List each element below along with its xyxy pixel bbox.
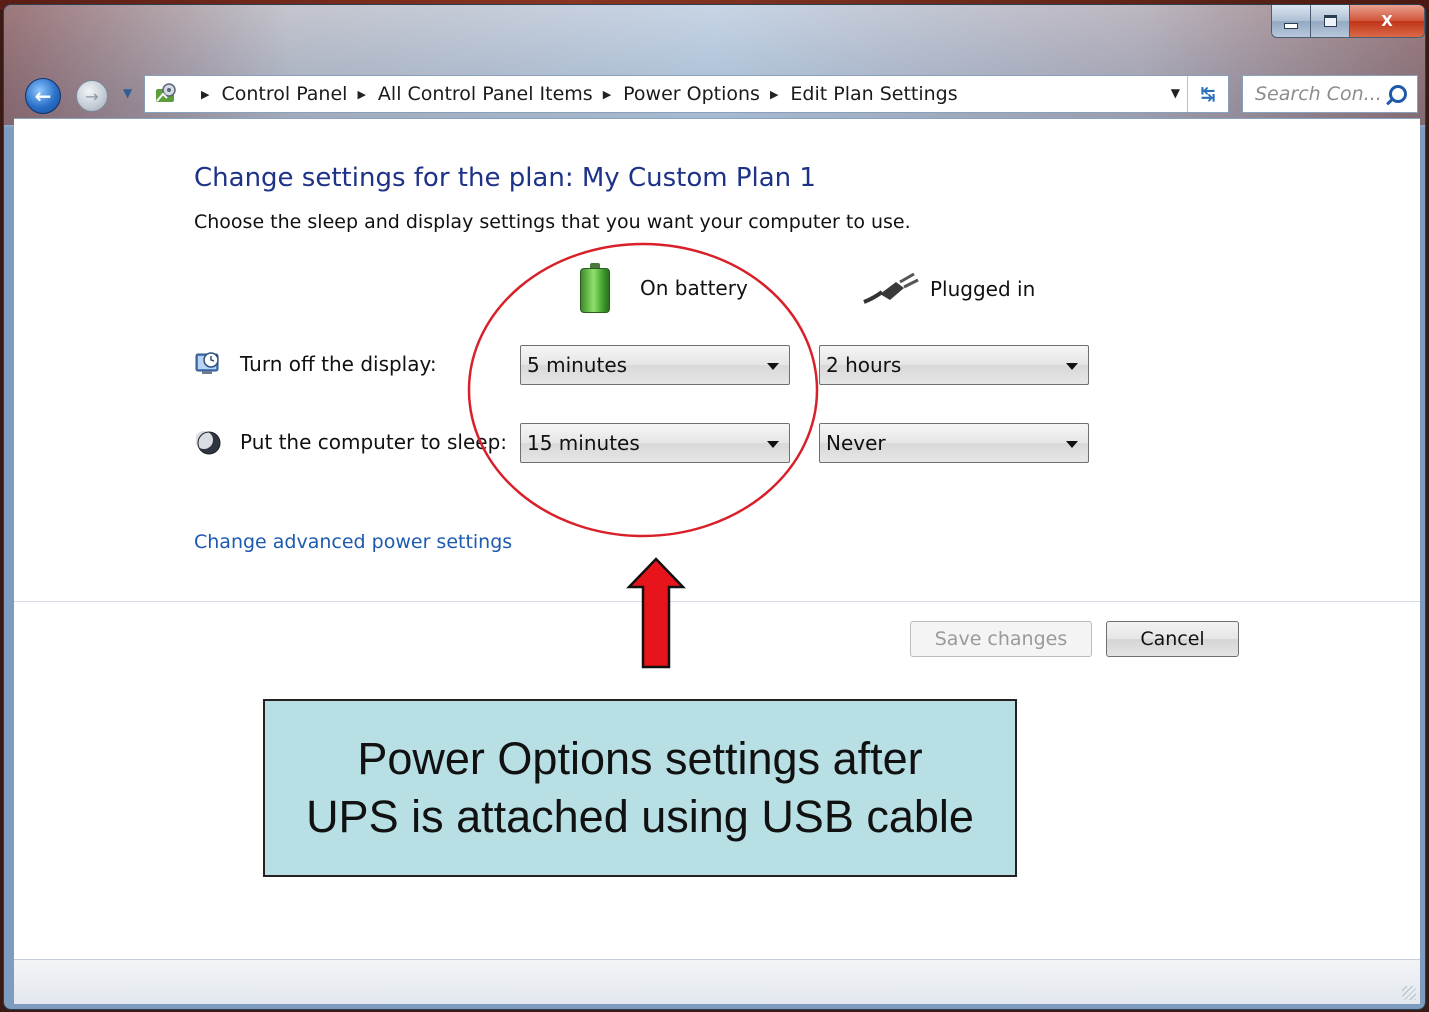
breadcrumb-separator-icon[interactable]: ▶ xyxy=(357,88,365,101)
column-plugged-in-label: Plugged in xyxy=(930,277,1036,301)
breadcrumb-power-options[interactable]: Power Options xyxy=(623,83,760,105)
chevron-down-icon xyxy=(1066,363,1078,370)
power-plug-icon xyxy=(863,272,919,304)
search-placeholder: Search Con... xyxy=(1255,83,1382,105)
breadcrumb-all-items[interactable]: All Control Panel Items xyxy=(378,83,593,105)
chevron-down-icon xyxy=(1066,441,1078,448)
sleep-plugged-in-select[interactable]: Never xyxy=(819,423,1089,463)
annotation-callout: Power Options settings after UPS is atta… xyxy=(263,699,1017,877)
breadcrumb-separator-icon[interactable]: ▶ xyxy=(603,88,611,101)
page-title: Change settings for the plan: My Custom … xyxy=(194,163,816,193)
minimize-button[interactable] xyxy=(1272,5,1311,37)
status-bar xyxy=(14,959,1420,1004)
maximize-icon xyxy=(1323,15,1337,27)
sleep-plugged-in-value: Never xyxy=(826,431,886,455)
save-changes-button[interactable]: Save changes xyxy=(910,621,1092,657)
pointer-arrow-icon xyxy=(626,557,686,669)
search-input[interactable]: Search Con... xyxy=(1242,75,1418,113)
display-plugged-in-select[interactable]: 2 hours xyxy=(819,345,1089,385)
page-description: Choose the sleep and display settings th… xyxy=(194,211,911,233)
close-button[interactable]: X xyxy=(1350,5,1424,37)
annotation-line-2: UPS is attached using USB cable xyxy=(306,791,974,842)
annotation-line-1: Power Options settings after xyxy=(357,733,923,784)
chevron-down-icon: ▼ xyxy=(123,86,133,100)
highlight-circle xyxy=(467,242,819,538)
content-pane: Change settings for the plan: My Custom … xyxy=(14,118,1420,959)
navigation-bar: ← → ▼ ▶ Control Panel ▶ All Control Pane… xyxy=(4,71,1425,115)
turn-off-display-label: Turn off the display: xyxy=(240,352,437,376)
address-bar[interactable]: ▶ Control Panel ▶ All Control Panel Item… xyxy=(144,75,1229,113)
back-button[interactable]: ← xyxy=(25,78,61,114)
resize-grip-icon[interactable] xyxy=(1402,986,1416,1000)
sleep-moon-icon xyxy=(196,431,221,455)
divider xyxy=(14,601,1420,602)
back-arrow-icon: ← xyxy=(34,84,52,108)
address-history-dropdown[interactable]: ▼ xyxy=(1171,86,1180,100)
column-plugged-in: Plugged in xyxy=(860,272,1035,306)
refresh-button[interactable]: ↹ xyxy=(1187,76,1228,112)
maximize-button[interactable] xyxy=(1311,5,1350,37)
forward-button[interactable]: → xyxy=(76,80,108,112)
display-timer-icon xyxy=(195,352,219,374)
forward-arrow-icon: → xyxy=(85,86,99,106)
cancel-button[interactable]: Cancel xyxy=(1106,621,1239,657)
breadcrumb-control-panel[interactable]: Control Panel xyxy=(221,83,347,105)
minimize-icon xyxy=(1284,23,1298,29)
breadcrumb-separator-icon: ▶ xyxy=(201,87,210,101)
window-controls: X xyxy=(1271,5,1425,38)
display-plugged-in-value: 2 hours xyxy=(826,353,902,377)
refresh-icon: ↹ xyxy=(1200,83,1216,105)
breadcrumb-edit-plan[interactable]: Edit Plan Settings xyxy=(790,83,957,105)
breadcrumb-separator-icon[interactable]: ▶ xyxy=(770,88,778,101)
control-panel-icon xyxy=(153,81,179,107)
search-icon[interactable] xyxy=(1389,85,1407,103)
recent-pages-dropdown[interactable]: ▼ xyxy=(123,86,132,100)
close-icon: X xyxy=(1381,12,1393,30)
